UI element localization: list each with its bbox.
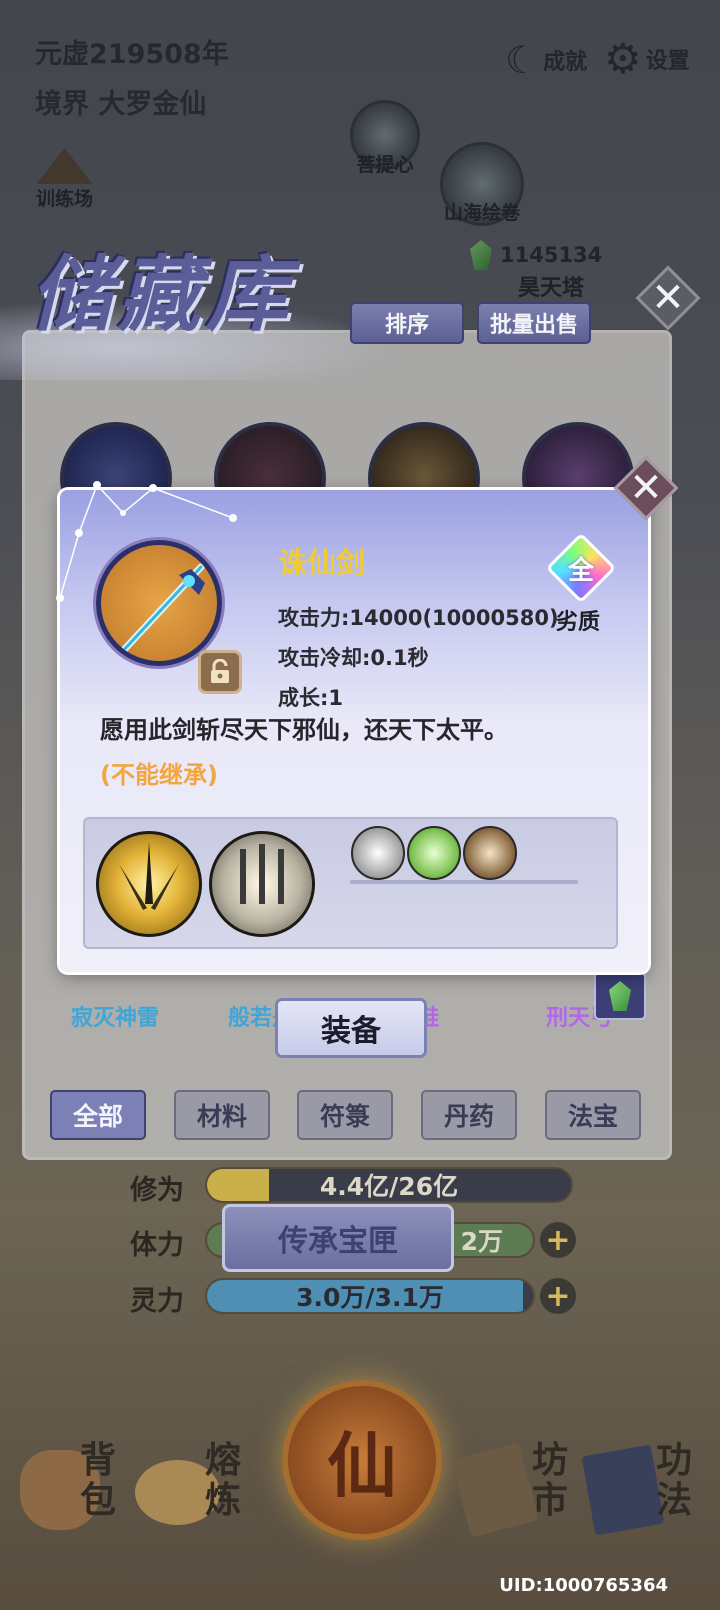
- close-icon: ✕: [629, 465, 663, 511]
- spirit-value: 3.0万/3.1万: [296, 1283, 444, 1312]
- market-nav-button[interactable]: 坊 市: [450, 1440, 580, 1538]
- cultivate-label: 仙: [327, 1423, 397, 1507]
- spirit-plus-button[interactable]: +: [540, 1278, 576, 1314]
- quality-badge-icon: 全: [545, 532, 617, 604]
- smelt-label-char: 炼: [205, 1479, 242, 1521]
- bag-label-char: 包: [80, 1479, 117, 1521]
- spirit-stone-filter-button[interactable]: [594, 972, 646, 1020]
- tab-talismans[interactable]: 符箓: [297, 1090, 393, 1140]
- market-label: 坊 市: [532, 1440, 568, 1520]
- cultivate-nav-button[interactable]: 仙: [282, 1380, 442, 1540]
- tab-treasures[interactable]: 法宝: [545, 1090, 641, 1140]
- spirit-bar: 3.0万/3.1万: [205, 1278, 535, 1314]
- smelt-label-char: 熔: [205, 1439, 242, 1481]
- attack-power: 攻击力:14000(10000580): [278, 606, 559, 630]
- attack-cooldown: 攻击冷却:0.1秒: [278, 646, 429, 670]
- skill-divider: [350, 880, 578, 884]
- plus-icon: +: [545, 1278, 571, 1314]
- skills-nav-button[interactable]: 功 法: [581, 1440, 700, 1536]
- scroll-icon: [450, 1442, 540, 1538]
- skill-sword-burst-icon[interactable]: [96, 831, 202, 937]
- inherit-note: (不能继承): [100, 761, 218, 789]
- market-label-char: 坊: [532, 1439, 569, 1481]
- plus-icon: +: [545, 1222, 571, 1258]
- storage-close-button[interactable]: ✕: [635, 265, 701, 331]
- book-icon: [581, 1444, 665, 1536]
- sword-burst-graphic: [119, 842, 179, 910]
- skills-label-char: 功: [656, 1439, 693, 1481]
- stamina-label: 体力: [130, 1230, 184, 1261]
- tab-pills[interactable]: 丹药: [421, 1090, 517, 1140]
- dialog-close-button[interactable]: ✕: [613, 455, 679, 521]
- bulk-sell-button[interactable]: 批量出售: [477, 302, 591, 344]
- storage-title: 储藏库: [30, 247, 294, 343]
- quality-label: 劣质: [556, 610, 601, 635]
- cultivation-bar: 4.4亿/26亿: [205, 1167, 573, 1203]
- growth-value: 成长:1: [278, 686, 344, 710]
- passive-wind-icon[interactable]: [351, 826, 405, 880]
- stamina-plus-button[interactable]: +: [540, 1222, 576, 1258]
- bag-label: 背 包: [80, 1440, 116, 1520]
- item-name-jimie: 寂灭神雷: [70, 1006, 159, 1031]
- market-label-char: 市: [532, 1479, 569, 1521]
- sort-button[interactable]: 排序: [350, 302, 464, 344]
- bag-label-char: 背: [80, 1439, 117, 1481]
- sword-rain-graphic: [240, 844, 284, 904]
- item-portrait: [96, 540, 222, 666]
- tab-all[interactable]: 全部: [50, 1090, 146, 1140]
- passive-sprout-icon[interactable]: [407, 826, 461, 880]
- cultivation-value: 4.4亿/26亿: [319, 1172, 459, 1201]
- user-id: UID:1000765364: [499, 1575, 668, 1596]
- skill-sword-rain-icon[interactable]: [209, 831, 315, 937]
- unlock-icon[interactable]: [198, 650, 242, 694]
- item-description: 愿用此剑斩尽天下邪仙，还天下太平。: [100, 716, 508, 744]
- equip-button[interactable]: 装备: [275, 998, 427, 1058]
- item-name: 诛仙剑: [278, 546, 366, 580]
- spirit-label: 灵力: [130, 1286, 184, 1317]
- smelt-nav-button[interactable]: 熔 炼: [135, 1440, 255, 1530]
- bag-nav-button[interactable]: 背 包: [20, 1440, 130, 1530]
- skills-label-char: 法: [656, 1479, 693, 1521]
- skills-label: 功 法: [656, 1440, 692, 1520]
- legacy-box-button[interactable]: 传承宝匣: [222, 1204, 454, 1272]
- tab-materials[interactable]: 材料: [174, 1090, 270, 1140]
- passive-arrow-icon[interactable]: [463, 826, 517, 880]
- smelt-label: 熔 炼: [205, 1440, 241, 1520]
- quality-char: 全: [567, 555, 594, 586]
- cultivation-label: 修为: [130, 1175, 184, 1206]
- padlock-icon: [211, 659, 229, 683]
- close-icon: ✕: [651, 275, 685, 321]
- spirit-stone-icon: [609, 981, 631, 1011]
